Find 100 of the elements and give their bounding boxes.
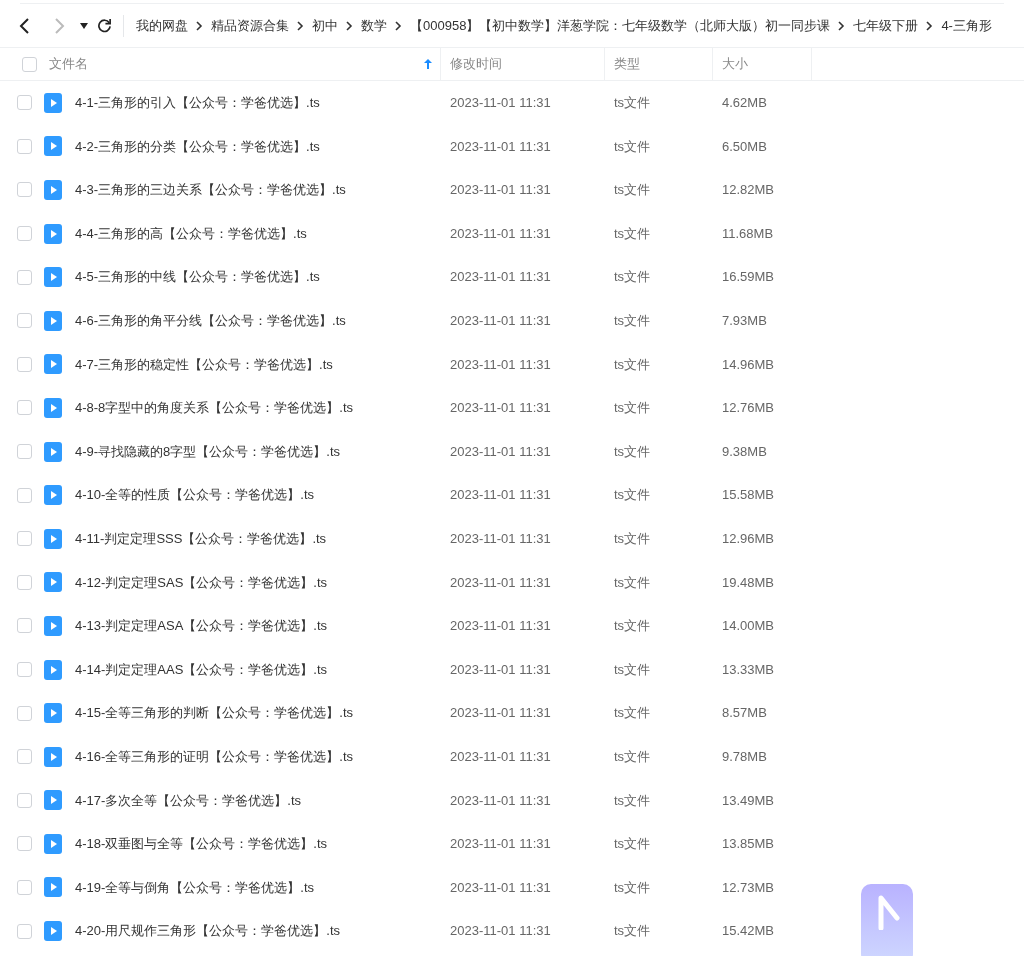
- file-row[interactable]: 4-16-全等三角形的证明【公众号：学爸优选】.ts 2023-11-01 11:31 ts文件 9.78MB: [0, 734, 1024, 779]
- file-name[interactable]: 4-12-判定定理SAS【公众号：学爸优选】.ts: [75, 572, 328, 593]
- modified-time: 2023-11-01 11:31: [449, 617, 552, 636]
- video-file-icon: [44, 746, 62, 767]
- assistant-button[interactable]: [861, 884, 913, 956]
- file-row[interactable]: 4-14-判定定理AAS【公众号：学爸优选】.ts 2023-11-01 11:31 ts文件 13.33MB: [0, 647, 1024, 692]
- file-row[interactable]: 4-7-三角形的稳定性【公众号：学爸优选】.ts 2023-11-01 11:31 ts文件 14.96MB: [0, 342, 1024, 387]
- file-name[interactable]: 4-18-双垂图与全等【公众号：学爸优选】.ts: [75, 834, 328, 854]
- file-name[interactable]: 4-7-三角形的稳定性【公众号：学爸优选】.ts: [75, 354, 333, 375]
- checkbox[interactable]: [17, 269, 32, 285]
- breadcrumb-link[interactable]: 我的网盘: [136, 15, 188, 36]
- file-type: ts文件: [613, 660, 652, 679]
- file-type: ts文件: [613, 399, 652, 418]
- breadcrumb-link[interactable]: 4-三角形: [941, 15, 992, 36]
- file-size: 13.85MB: [721, 835, 776, 854]
- column-header[interactable]: 文件名: [49, 54, 88, 74]
- file-size: 4.62MB: [721, 94, 768, 113]
- dropdown-icon[interactable]: [80, 22, 88, 29]
- checkbox[interactable]: [17, 574, 32, 590]
- file-name[interactable]: 4-11-判定定理SSS【公众号：学爸优选】.ts: [75, 529, 327, 549]
- file-size: 16.59MB: [721, 268, 776, 287]
- modified-time: 2023-11-01 11:31: [449, 312, 552, 330]
- video-file-icon: [44, 572, 62, 593]
- file-row[interactable]: 4-19-全等与倒角【公众号：学爸优选】.ts 2023-11-01 11:31 ts文件 12.73MB: [0, 865, 1024, 910]
- breadcrumb-link[interactable]: 数学: [361, 15, 387, 36]
- file-name[interactable]: 4-8-8字型中的角度关系【公众号：学爸优选】.ts: [75, 398, 354, 418]
- modified-time: 2023-11-01 11:31: [449, 181, 552, 200]
- file-row[interactable]: 4-6-三角形的角平分线【公众号：学爸优选】.ts 2023-11-01 11:31 ts文件 7.93MB: [0, 298, 1024, 343]
- file-name[interactable]: 4-17-多次全等【公众号：学爸优选】.ts: [75, 790, 302, 811]
- file-name[interactable]: 4-6-三角形的角平分线【公众号：学爸优选】.ts: [75, 311, 346, 331]
- checkbox[interactable]: [17, 836, 32, 852]
- file-row[interactable]: 4-5-三角形的中线【公众号：学爸优选】.ts 2023-11-01 11:31 ts文件 16.59MB: [0, 255, 1024, 299]
- breadcrumb-link[interactable]: 七年级下册: [853, 15, 919, 36]
- checkbox[interactable]: [17, 923, 32, 939]
- file-name[interactable]: 4-5-三角形的中线【公众号：学爸优选】.ts: [75, 267, 320, 287]
- breadcrumb-link[interactable]: 【000958】【初中数学】洋葱学院：七年级数学（北师大版）初一同步课: [410, 15, 831, 36]
- file-row[interactable]: 4-20-用尺规作三角形【公众号：学爸优选】.ts 2023-11-01 11:31 ts文件 15.42MB: [0, 909, 1024, 953]
- back-icon[interactable]: [18, 16, 32, 35]
- file-name[interactable]: 4-4-三角形的高【公众号：学爸优选】.ts: [75, 223, 307, 244]
- file-name[interactable]: 4-9-寻找隐藏的8字型【公众号：学爸优选】.ts: [75, 441, 341, 462]
- file-row[interactable]: 4-10-全等的性质【公众号：学爸优选】.ts 2023-11-01 11:31 ts文件 15.58MB: [0, 473, 1024, 517]
- file-name[interactable]: 4-1-三角形的引入【公众号：学爸优选】.ts: [75, 93, 320, 113]
- file-size: 8.57MB: [721, 704, 768, 723]
- file-type: ts文件: [613, 137, 652, 156]
- modified-time: 2023-11-01 11:31: [449, 922, 552, 941]
- checkbox[interactable]: [17, 138, 32, 154]
- checkbox[interactable]: [17, 444, 32, 460]
- modified-time: 2023-11-01 11:31: [449, 224, 552, 243]
- file-name[interactable]: 4-20-用尺规作三角形【公众号：学爸优选】.ts: [75, 921, 341, 941]
- file-row[interactable]: 4-8-8字型中的角度关系【公众号：学爸优选】.ts 2023-11-01 11:31 ts文件 12.76MB: [0, 386, 1024, 430]
- file-row[interactable]: 4-3-三角形的三边关系【公众号：学爸优选】.ts 2023-11-01 11:31 ts文件 12.82MB: [0, 168, 1024, 212]
- checkbox[interactable]: [17, 226, 32, 242]
- chevron-icon: [838, 20, 846, 31]
- checkbox[interactable]: [17, 792, 32, 808]
- breadcrumb-link[interactable]: 初中: [312, 15, 338, 36]
- sort-up-icon[interactable]: [424, 59, 432, 69]
- column-header[interactable]: 类型: [614, 54, 640, 74]
- checkbox[interactable]: [17, 356, 32, 372]
- modified-time: 2023-11-01 11:31: [449, 486, 552, 505]
- file-row[interactable]: 4-2-三角形的分类【公众号：学爸优选】.ts 2023-11-01 11:31 ts文件 6.50MB: [0, 124, 1024, 169]
- video-file-icon: [44, 877, 62, 898]
- checkbox[interactable]: [17, 95, 32, 111]
- file-row[interactable]: 4-1-三角形的引入【公众号：学爸优选】.ts 2023-11-01 11:31 ts文件 4.62MB: [0, 81, 1024, 125]
- checkbox[interactable]: [17, 531, 32, 547]
- file-name[interactable]: 4-3-三角形的三边关系【公众号：学爸优选】.ts: [75, 180, 346, 200]
- file-name[interactable]: 4-15-全等三角形的判断【公众号：学爸优选】.ts: [75, 703, 354, 723]
- modified-time: 2023-11-01 11:31: [449, 747, 552, 766]
- file-row[interactable]: 4-15-全等三角形的判断【公众号：学爸优选】.ts 2023-11-01 11:31 ts文件 8.57MB: [0, 691, 1024, 735]
- video-file-icon: [44, 659, 62, 680]
- checkbox[interactable]: [17, 705, 32, 721]
- breadcrumb-link[interactable]: 精品资源合集: [211, 15, 289, 36]
- checkbox[interactable]: [17, 182, 32, 198]
- file-name[interactable]: 4-2-三角形的分类【公众号：学爸优选】.ts: [75, 136, 320, 157]
- refresh-icon[interactable]: [97, 18, 112, 33]
- file-row[interactable]: 4-13-判定定理ASA【公众号：学爸优选】.ts 2023-11-01 11:31 ts文件 14.00MB: [0, 604, 1024, 648]
- checkbox[interactable]: [17, 749, 32, 765]
- checkbox[interactable]: [17, 618, 32, 634]
- file-name[interactable]: 4-16-全等三角形的证明【公众号：学爸优选】.ts: [75, 746, 354, 767]
- file-row[interactable]: 4-9-寻找隐藏的8字型【公众号：学爸优选】.ts 2023-11-01 11:31 ts文件 9.38MB: [0, 429, 1024, 474]
- file-row[interactable]: 4-12-判定定理SAS【公众号：学爸优选】.ts 2023-11-01 11:31 ts文件 19.48MB: [0, 560, 1024, 605]
- file-row[interactable]: 4-18-双垂图与全等【公众号：学爸优选】.ts 2023-11-01 11:31 ts文件 13.85MB: [0, 822, 1024, 866]
- forward-icon[interactable]: [52, 16, 66, 35]
- file-size: 9.38MB: [721, 442, 768, 461]
- checkbox[interactable]: [22, 56, 37, 72]
- file-name[interactable]: 4-14-判定定理AAS【公众号：学爸优选】.ts: [75, 659, 328, 680]
- file-name[interactable]: 4-13-判定定理ASA【公众号：学爸优选】.ts: [75, 616, 328, 636]
- checkbox[interactable]: [17, 662, 32, 677]
- file-size: 14.96MB: [721, 355, 776, 374]
- file-name[interactable]: 4-10-全等的性质【公众号：学爸优选】.ts: [75, 485, 315, 505]
- column-header[interactable]: 大小: [722, 54, 748, 74]
- file-row[interactable]: 4-11-判定定理SSS【公众号：学爸优选】.ts 2023-11-01 11:31 ts文件 12.96MB: [0, 516, 1024, 561]
- checkbox[interactable]: [17, 313, 32, 329]
- column-header[interactable]: 修改时间: [450, 54, 502, 74]
- checkbox[interactable]: [17, 487, 32, 503]
- checkbox[interactable]: [17, 880, 32, 895]
- checkbox[interactable]: [17, 400, 32, 416]
- file-row[interactable]: 4-17-多次全等【公众号：学爸优选】.ts 2023-11-01 11:31 ts文件 13.49MB: [0, 778, 1024, 823]
- file-row[interactable]: 4-4-三角形的高【公众号：学爸优选】.ts 2023-11-01 11:31 ts文件 11.68MB: [0, 211, 1024, 256]
- file-name[interactable]: 4-19-全等与倒角【公众号：学爸优选】.ts: [75, 877, 315, 898]
- file-type: ts文件: [613, 922, 652, 941]
